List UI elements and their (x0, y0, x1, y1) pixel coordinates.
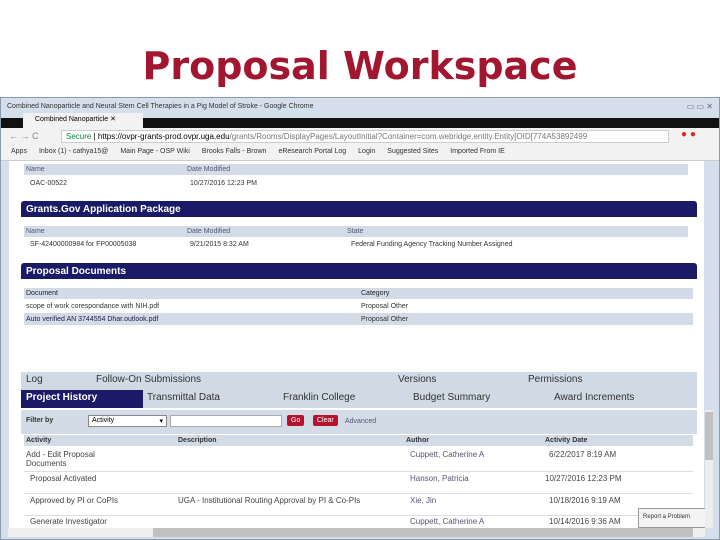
window-controls[interactable]: ▭ ▭ ✕ (687, 102, 713, 111)
url-path: /grants/Rooms/DisplayPages/LayoutInitial… (229, 132, 588, 141)
address-bar[interactable]: Secure | https://ovpr-grants-prod.ovpr.u… (61, 130, 669, 143)
slide-title: Proposal Workspace (142, 44, 578, 88)
col-header[interactable]: Category (361, 290, 389, 297)
url-host: https://ovpr-grants-prod.ovpr.uga.edu (97, 132, 230, 141)
cell[interactable]: Add - Edit Proposal Documents (26, 450, 126, 468)
tab-versions[interactable]: Versions (398, 374, 436, 385)
cell: 10/18/2016 9:19 AM (549, 496, 621, 505)
cell: Federal Funding Agency Tracking Number A… (351, 241, 513, 248)
tab-project-history[interactable]: Project History (26, 392, 97, 403)
go-button[interactable]: Go (287, 415, 305, 426)
tab-award[interactable]: Award Increments (554, 392, 634, 403)
col-header[interactable]: Date Modified (187, 228, 230, 235)
cell: Proposal Other (361, 303, 409, 310)
cell[interactable]: OAC-00522 (30, 180, 67, 187)
bookmark[interactable]: Suggested Sites (387, 148, 438, 157)
cell[interactable]: Proposal Activated (30, 474, 96, 483)
cell: 10/27/2016 12:23 PM (545, 474, 622, 483)
report-problem-button[interactable]: Report a Problem (638, 508, 706, 528)
bookmark[interactable]: eResearch Portal Log (278, 148, 346, 157)
cell: 9/21/2015 8:32 AM (190, 241, 249, 248)
extension-icons[interactable]: ● ● (681, 129, 696, 140)
filter-input[interactable] (170, 415, 282, 427)
window-title: Combined Nanoparticle and Neural Stem Ce… (7, 103, 314, 110)
tab-transmittal[interactable]: Transmittal Data (147, 392, 220, 403)
col-header[interactable]: Description (178, 437, 217, 444)
filter-label: Filter by (26, 417, 54, 424)
bookmarks-bar: Apps Inbox (1) - cathya15@ Main Page - O… (1, 145, 719, 161)
cell[interactable]: Generate Investigator (30, 517, 107, 526)
cell: 10/14/2016 9:36 AM (549, 517, 621, 526)
cell: 6/22/2017 8:19 AM (549, 450, 617, 459)
back-forward-reload[interactable]: ← → C (9, 131, 39, 141)
cell: Xie, Jin (410, 496, 437, 505)
table-row: Add - Edit Proposal Documents Cuppett, C… (24, 450, 693, 472)
bookmark[interactable]: Imported From IE (450, 148, 504, 157)
bookmark[interactable]: Main Page - OSP Wiki (120, 148, 190, 157)
cell: Hanson, Patricia (410, 474, 469, 483)
tab-row-2: Project History Transmittal Data Frankli… (21, 390, 697, 408)
horizontal-scrollbar[interactable] (8, 528, 705, 537)
secure-label: Secure (66, 132, 92, 141)
col-header[interactable]: Activity Date (545, 437, 587, 444)
bookmark[interactable]: Login (358, 148, 375, 157)
cell: 10/27/2016 12:23 PM (190, 180, 257, 187)
tab-row-1: Log Follow-On Submissions Versions Permi… (21, 372, 697, 390)
cell[interactable]: SF-42400000984 for FP00005038 (30, 241, 136, 248)
cell: Cuppett, Catherine A (410, 450, 485, 459)
table-row: Proposal Activated Hanson, Patricia 10/2… (24, 472, 693, 494)
cell: Proposal Other (361, 316, 409, 323)
col-header[interactable]: Date Modified (187, 166, 230, 173)
table-row: Generate Investigator Cuppett, Catherine… (24, 516, 693, 528)
col-header[interactable]: State (347, 228, 363, 235)
col-header[interactable]: Name (26, 228, 45, 235)
filter-select-value: Activity (92, 417, 115, 424)
bookmark[interactable]: Brooks Falls - Brown (202, 148, 267, 157)
tab-label: Combined Nanoparticle (35, 116, 109, 123)
browser-tab[interactable]: Combined Nanoparticle ✕ (23, 113, 143, 128)
section-header: Grants.Gov Application Package (21, 201, 697, 217)
tab-budget[interactable]: Budget Summary (413, 392, 490, 403)
document-link[interactable]: scope of work corespondance with NIH.pdf (26, 303, 159, 310)
bookmark[interactable]: Inbox (1) - cathya15@ (39, 148, 108, 157)
filter-select[interactable]: Activity ▾ (88, 415, 167, 427)
tab-log[interactable]: Log (26, 374, 43, 385)
cell: UGA - Institutional Routing Approval by … (178, 496, 361, 505)
col-header[interactable]: Name (26, 166, 45, 173)
cell[interactable]: Approved by PI or CoPIs (30, 496, 118, 505)
tab-follow-on[interactable]: Follow-On Submissions (96, 374, 201, 385)
col-header[interactable]: Document (26, 290, 58, 297)
tab-franklin[interactable]: Franklin College (283, 392, 355, 403)
col-header[interactable]: Author (406, 437, 429, 444)
tab-permissions[interactable]: Permissions (528, 374, 582, 385)
clear-button[interactable]: Clear (313, 415, 338, 426)
vertical-scrollbar[interactable] (705, 410, 713, 528)
col-header[interactable]: Activity (26, 437, 51, 444)
advanced-link[interactable]: Advanced (345, 418, 376, 425)
cell: Cuppett, Catherine A (410, 517, 485, 526)
section-header: Proposal Documents (21, 263, 697, 279)
bookmark[interactable]: Apps (11, 148, 27, 157)
document-link[interactable]: Auto verified AN 3744554 Dhar.outlook.pd… (26, 316, 158, 323)
table-row: Approved by PI or CoPIs UGA - Institutio… (24, 494, 693, 516)
